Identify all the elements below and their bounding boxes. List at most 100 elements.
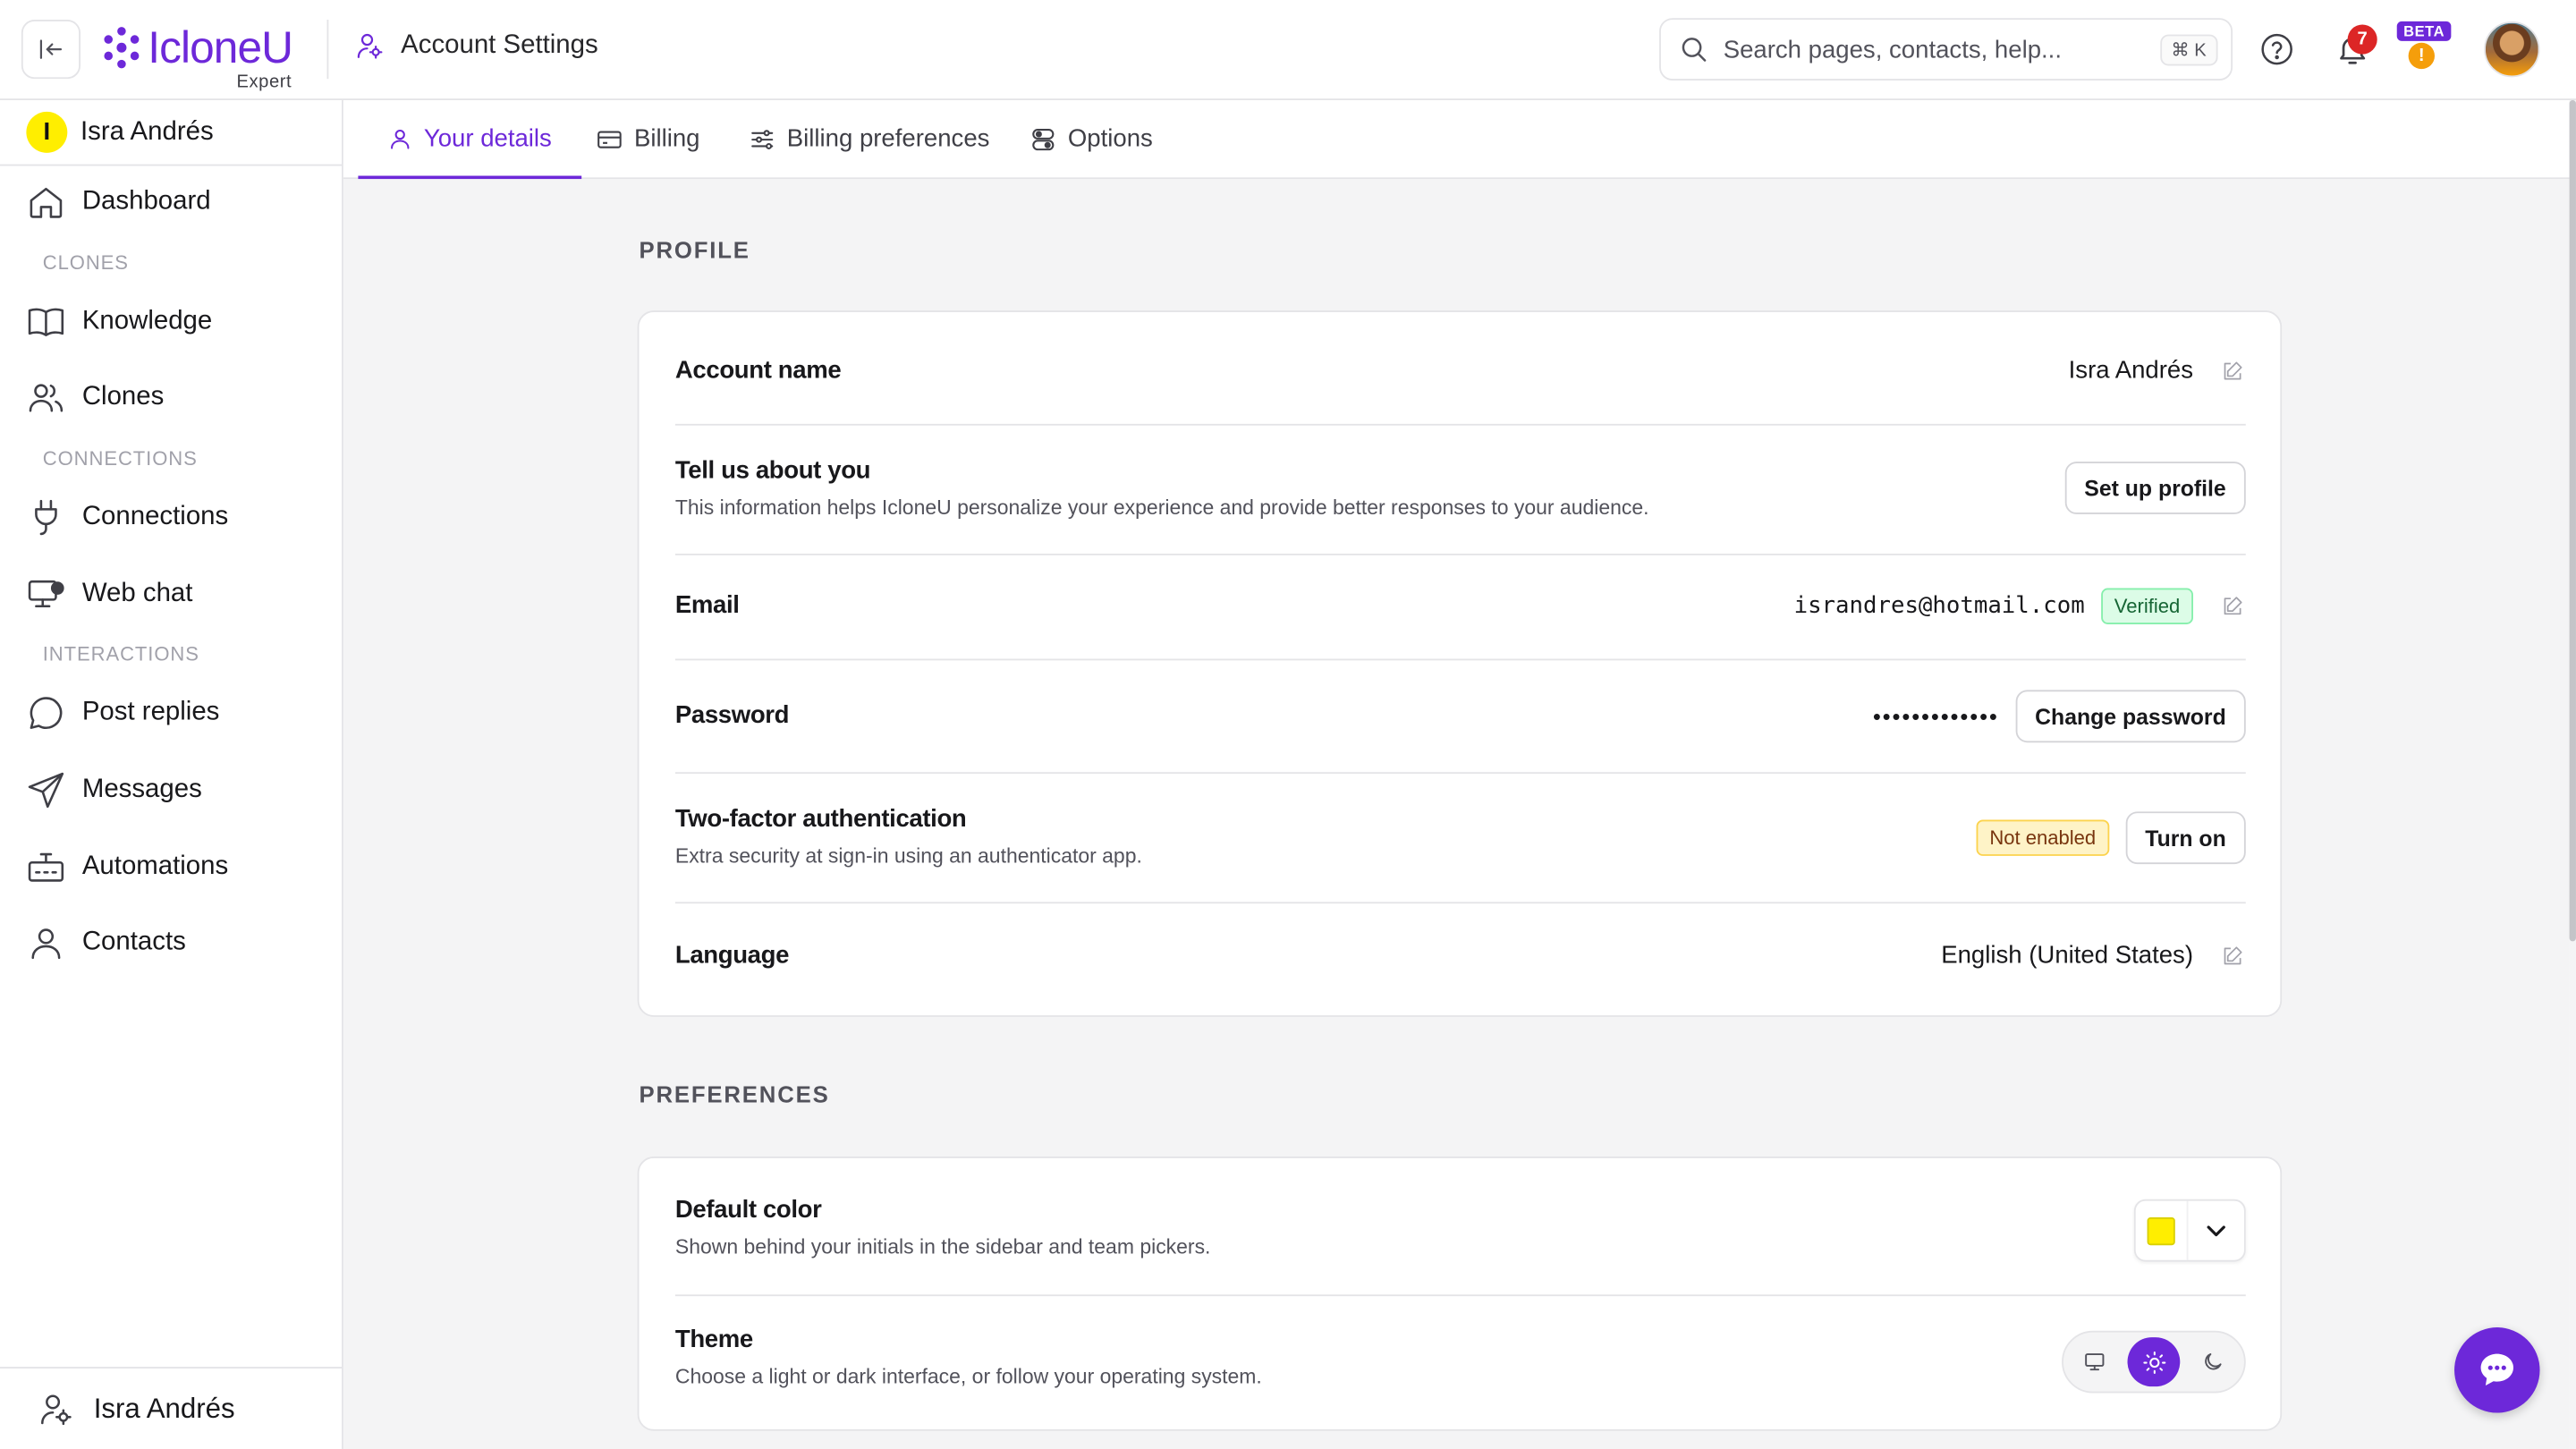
account-name-value: Isra Andrés (2068, 356, 2193, 385)
theme-light-option[interactable] (2127, 1337, 2181, 1387)
row-divider (674, 658, 2246, 661)
help-button[interactable] (2258, 30, 2297, 69)
sidebar-item-label: Dashboard (81, 187, 211, 216)
theme-row: Theme Choose a light or dark interface, … (675, 1326, 2246, 1398)
plug-icon (35, 499, 57, 536)
chevron-down-icon (2207, 1225, 2225, 1237)
sidebar-item-web-chat[interactable]: Web chat (26, 565, 322, 624)
logo-mark-icon (104, 27, 140, 69)
sliders-icon (751, 129, 774, 149)
about-row: Tell us about you This information helps… (675, 457, 2246, 530)
theme-toggle (2062, 1330, 2246, 1394)
beta-badge[interactable]: BETA (2396, 21, 2452, 41)
tab-options[interactable]: Options (1030, 100, 1153, 177)
sidebar-item-messages[interactable]: Messages (26, 760, 322, 819)
password-row: Password ••••••••••••• Change password (675, 690, 2246, 743)
monitor-chat-icon (28, 580, 64, 608)
sidebar-item-automations[interactable]: Automations (26, 838, 322, 897)
user-avatar[interactable] (2484, 21, 2540, 78)
email-row: Email israndres@hotmail.com Verified (675, 588, 2246, 627)
default-color-row: Default color Shown behind your initials… (675, 1196, 2246, 1268)
change-password-button[interactable]: Change password (2015, 690, 2246, 743)
search-input[interactable] (1723, 35, 2151, 64)
default-color-description: Shown behind your initials in the sideba… (674, 1235, 1211, 1258)
section-label-connections: CONNECTIONS (42, 446, 198, 470)
row-divider (674, 423, 2246, 426)
edit-language-button[interactable] (2219, 942, 2245, 968)
sidebar-item-label: Clones (81, 382, 165, 411)
moon-icon (2205, 1353, 2222, 1370)
tab-billing-preferences[interactable]: Billing preferences (750, 100, 990, 177)
row-divider (674, 772, 2246, 775)
tab-label: Billing preferences (786, 124, 990, 153)
default-color-label: Default color (674, 1196, 822, 1224)
logo-text: IcloneU (148, 22, 293, 72)
page-title: Account Settings (355, 31, 598, 61)
sidebar-item-contacts[interactable]: Contacts (26, 913, 322, 972)
scrollbar-thumb[interactable] (2569, 100, 2576, 942)
sidebar-item-label: Connections (81, 503, 229, 531)
about-description: This information helps IcloneU personali… (674, 496, 1649, 520)
sidebar-item-label: Automations (81, 852, 229, 881)
users-icon (29, 384, 64, 412)
tab-your-details[interactable]: Your details (358, 100, 581, 180)
divider (326, 20, 329, 80)
sidebar-item-clones[interactable]: Clones (26, 368, 322, 427)
automation-icon (28, 852, 64, 882)
two-factor-status-badge: Not enabled (1976, 819, 2109, 856)
search-shortcut: ⌘ K (2159, 34, 2218, 66)
edit-icon (2224, 945, 2242, 964)
email-verified-badge: Verified (2101, 588, 2193, 624)
sidebar-user-name: Isra Andrés (80, 117, 214, 146)
account-name-label: Account name (674, 356, 842, 385)
tab-label: Your details (423, 124, 552, 153)
profile-card: Account name Isra Andrés Tell us about y… (637, 310, 2283, 1017)
tab-label: Options (1067, 124, 1153, 153)
sidebar-item-dashboard[interactable]: Dashboard (26, 173, 322, 232)
sidebar-item-knowledge[interactable]: Knowledge (26, 292, 322, 352)
turn-on-two-factor-button[interactable]: Turn on (2125, 811, 2246, 865)
theme-dark-option[interactable] (2187, 1337, 2240, 1386)
user-icon (391, 129, 410, 149)
sidebar-item-label: Knowledge (81, 307, 213, 335)
password-masked-value: ••••••••••••• (1872, 703, 1999, 730)
preferences-section-title: PREFERENCES (639, 1080, 830, 1107)
default-color-picker[interactable] (2133, 1199, 2246, 1262)
user-initial-avatar: I (26, 111, 68, 153)
row-divider (674, 553, 2246, 555)
sidebar-user[interactable]: I Isra Andrés (0, 100, 343, 166)
tab-label: Billing (633, 124, 700, 153)
collapse-sidebar-button[interactable] (21, 20, 80, 80)
top-bar: IcloneU Expert Account Settings ⌘ K 7 BE… (0, 0, 2576, 101)
preferences-card: Default color Shown behind your initials… (637, 1157, 2283, 1431)
sidebar-footer-account[interactable]: Isra Andrés (0, 1367, 343, 1449)
theme-label: Theme (674, 1326, 753, 1354)
home-icon (30, 187, 63, 218)
edit-email-button[interactable] (2219, 593, 2245, 619)
page-title-text: Account Settings (401, 30, 598, 60)
edit-account-name-button[interactable] (2219, 357, 2245, 383)
set-up-profile-button[interactable]: Set up profile (2064, 462, 2246, 514)
color-dropdown-toggle[interactable] (2188, 1201, 2243, 1260)
theme-description: Choose a light or dark interface, or fol… (674, 1365, 1262, 1389)
profile-section-title: PROFILE (639, 236, 750, 263)
warning-icon[interactable]: ! (2408, 42, 2435, 70)
sidebar-item-label: Web chat (81, 580, 193, 608)
chat-launcher-button[interactable] (2454, 1327, 2540, 1413)
logo[interactable]: IcloneU (102, 22, 293, 72)
settings-tabs: Your details Billing Billing preferences… (343, 100, 2570, 180)
account-name-row: Account name Isra Andrés (675, 357, 2246, 390)
sidebar-item-post-replies[interactable]: Post replies (26, 683, 322, 742)
sidebar-item-label: Post replies (81, 698, 220, 726)
notification-count-badge: 7 (2347, 24, 2377, 55)
row-divider (674, 1294, 2246, 1297)
theme-system-option[interactable] (2068, 1337, 2121, 1386)
sidebar-item-connections[interactable]: Connections (26, 487, 322, 547)
tab-billing[interactable]: Billing (597, 100, 700, 177)
credit-card-icon (597, 130, 622, 148)
section-label-clones: CLONES (42, 251, 129, 275)
color-swatch-wrap (2136, 1200, 2189, 1260)
logo-subtitle: Expert (236, 72, 292, 92)
help-icon (2261, 33, 2292, 65)
search-box[interactable]: ⌘ K (1659, 18, 2233, 80)
